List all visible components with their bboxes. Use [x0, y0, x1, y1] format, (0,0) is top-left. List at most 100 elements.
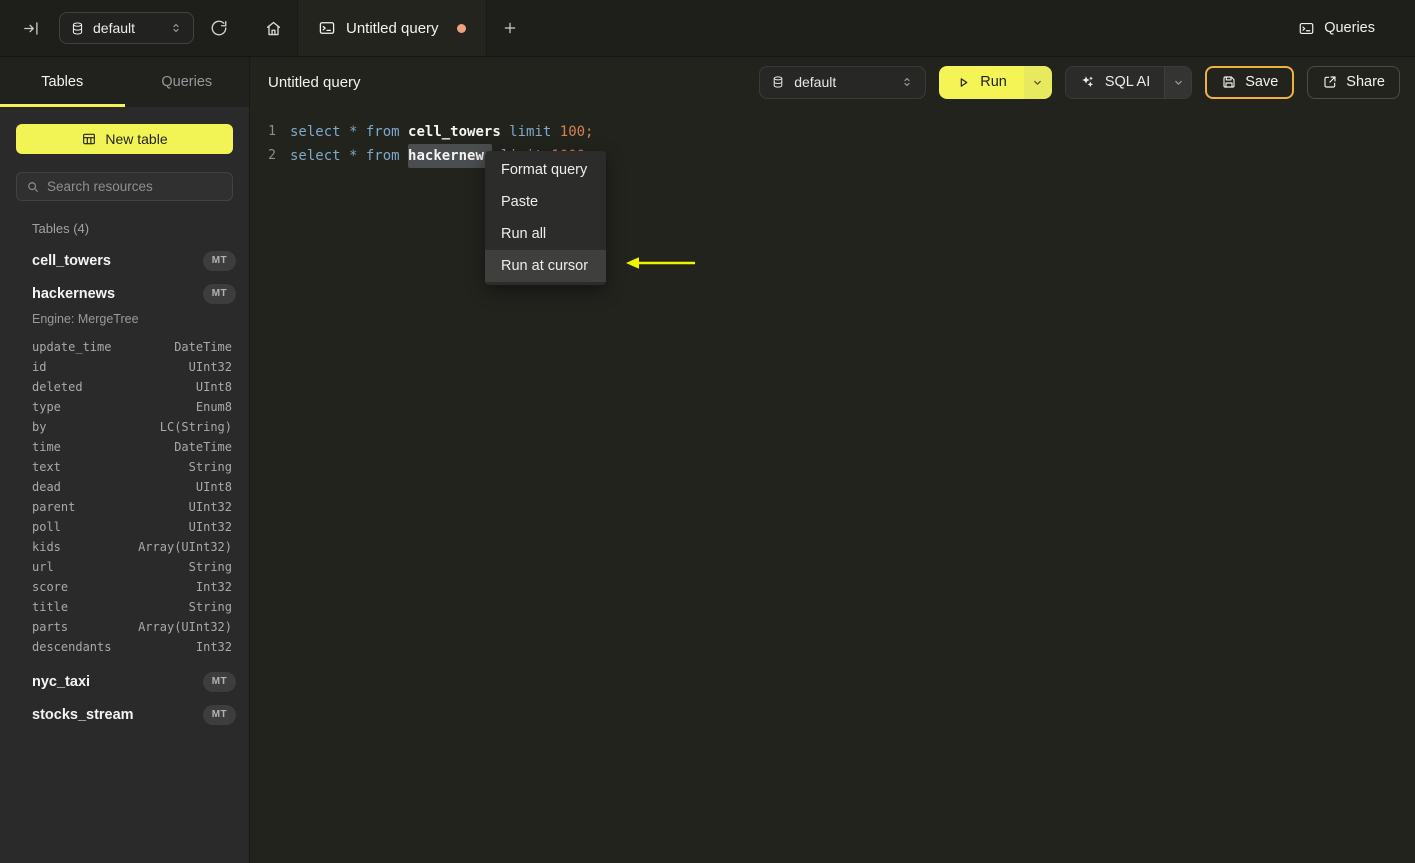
editor-actions: default Run SQL AI Save Share [759, 65, 1400, 99]
editor-pane: Untitled query default Run SQL AI Save S… [250, 57, 1415, 863]
column-name: score [32, 580, 69, 594]
column-row: by LC(String) [0, 417, 249, 437]
column-type: UInt8 [195, 380, 232, 394]
menu-item-format-query[interactable]: Format query [485, 154, 606, 186]
column-name: kids [32, 540, 61, 554]
column-row: parts Array(UInt32) [0, 617, 249, 637]
sidebar-tabs: Tables Queries [0, 57, 249, 107]
column-row: type Enum8 [0, 397, 249, 417]
table-name: hackernews [32, 285, 116, 302]
column-type: Int32 [195, 580, 232, 594]
save-icon [1221, 74, 1237, 90]
tab-untitled-query[interactable]: Untitled query [297, 0, 487, 56]
column-row: deleted UInt8 [0, 377, 249, 397]
menu-item-paste[interactable]: Paste [485, 186, 606, 218]
column-row: parent UInt32 [0, 497, 249, 517]
menu-item-run-at-cursor[interactable]: Run at cursor [485, 250, 606, 282]
column-type: String [188, 560, 232, 574]
unsaved-dot [456, 23, 466, 33]
column-row: descendants Int32 [0, 637, 249, 657]
column-name: update_time [32, 340, 112, 354]
home-icon[interactable] [250, 0, 297, 56]
run-button[interactable]: Run [939, 65, 1024, 99]
sql-editor[interactable]: 1 select * from cell_towers limit 100; 2s… [250, 107, 1415, 168]
column-type: Enum8 [195, 400, 232, 414]
line-number: 2 [268, 148, 276, 163]
column-type: DateTime [174, 440, 232, 454]
refresh-icon[interactable] [210, 19, 228, 37]
column-name: parent [32, 500, 76, 514]
column-type: UInt8 [195, 480, 232, 494]
table-row-hackernews[interactable]: hackernews MT [0, 277, 249, 310]
play-icon [956, 75, 971, 90]
database-selector[interactable]: default [59, 12, 194, 44]
column-type: String [188, 600, 232, 614]
terminal-icon [1298, 20, 1315, 37]
sidebar-body: New table Tables (4) cell_towers MT hack… [0, 107, 249, 863]
column-row: kids Array(UInt32) [0, 537, 249, 557]
sql-ai-button-group: SQL AI [1064, 65, 1193, 99]
column-name: id [32, 360, 47, 374]
save-button[interactable]: Save [1205, 65, 1295, 99]
table-grid-icon [81, 131, 97, 147]
collapse-sidebar-icon[interactable] [22, 19, 41, 38]
sql-ai-dropdown[interactable] [1164, 66, 1192, 98]
menu-item-run-all[interactable]: Run all [485, 218, 606, 250]
column-name: parts [32, 620, 69, 634]
column-row: id UInt32 [0, 357, 249, 377]
engine-badge: MT [202, 671, 236, 692]
column-row: time DateTime [0, 437, 249, 457]
new-table-button[interactable]: New table [16, 124, 233, 154]
engine-badge: MT [202, 283, 236, 304]
sidebar: Tables Queries New table Search resource… [0, 57, 250, 863]
column-type: UInt32 [188, 500, 232, 514]
column-row: update_time DateTime [0, 337, 249, 357]
search-box [16, 172, 233, 201]
topbar-left-cluster: default [0, 0, 250, 56]
search-input[interactable] [47, 179, 223, 194]
engine-badge: MT [202, 250, 236, 271]
line-number: 1 [268, 124, 276, 139]
tab-title: Untitled query [346, 19, 439, 37]
sql-ai-button[interactable]: SQL AI [1065, 66, 1165, 98]
sidebar-tab-queries[interactable]: Queries [125, 57, 250, 107]
database-icon [70, 21, 85, 36]
column-name: deleted [32, 380, 83, 394]
column-row: url String [0, 557, 249, 577]
engine-label: Engine: MergeTree [32, 312, 139, 326]
editor-header: Untitled query default Run SQL AI Save S… [250, 57, 1415, 107]
column-row: poll UInt32 [0, 517, 249, 537]
column-type: Int32 [195, 640, 232, 654]
editor-database-selector[interactable]: default [759, 65, 927, 99]
table-row-cell-towers[interactable]: cell_towers MT [0, 244, 249, 277]
code-line-1: 1 select * from cell_towers limit 100; [250, 120, 1415, 144]
column-name: descendants [32, 640, 112, 654]
save-button-label: Save [1245, 74, 1279, 90]
column-name: url [32, 560, 54, 574]
database-selector-value: default [93, 20, 136, 36]
chevron-updown-icon [169, 21, 183, 35]
column-type: String [188, 460, 232, 474]
table-row-stocks-stream[interactable]: stocks_stream MT [0, 698, 249, 731]
tab-strip: Untitled query Queries [250, 0, 1415, 56]
new-tab-plus-icon[interactable] [487, 0, 533, 56]
table-row-nyc-taxi[interactable]: nyc_taxi MT [0, 665, 249, 698]
database-icon [771, 75, 785, 89]
run-button-label: Run [980, 74, 1007, 90]
column-type: DateTime [174, 340, 232, 354]
sidebar-tab-tables[interactable]: Tables [0, 57, 125, 107]
share-button[interactable]: Share [1307, 65, 1400, 99]
column-name: time [32, 440, 61, 454]
column-row: score Int32 [0, 577, 249, 597]
column-type: UInt32 [188, 360, 232, 374]
column-name: by [32, 420, 47, 434]
table-name: stocks_stream [32, 706, 134, 723]
column-row: title String [0, 597, 249, 617]
run-button-group: Run [939, 65, 1052, 99]
table-name: nyc_taxi [32, 673, 91, 690]
editor-database-value: default [794, 74, 837, 90]
engine-badge: MT [202, 704, 236, 725]
queries-button[interactable]: Queries [1298, 0, 1415, 56]
run-options-dropdown[interactable] [1023, 65, 1052, 99]
column-name: poll [32, 520, 61, 534]
